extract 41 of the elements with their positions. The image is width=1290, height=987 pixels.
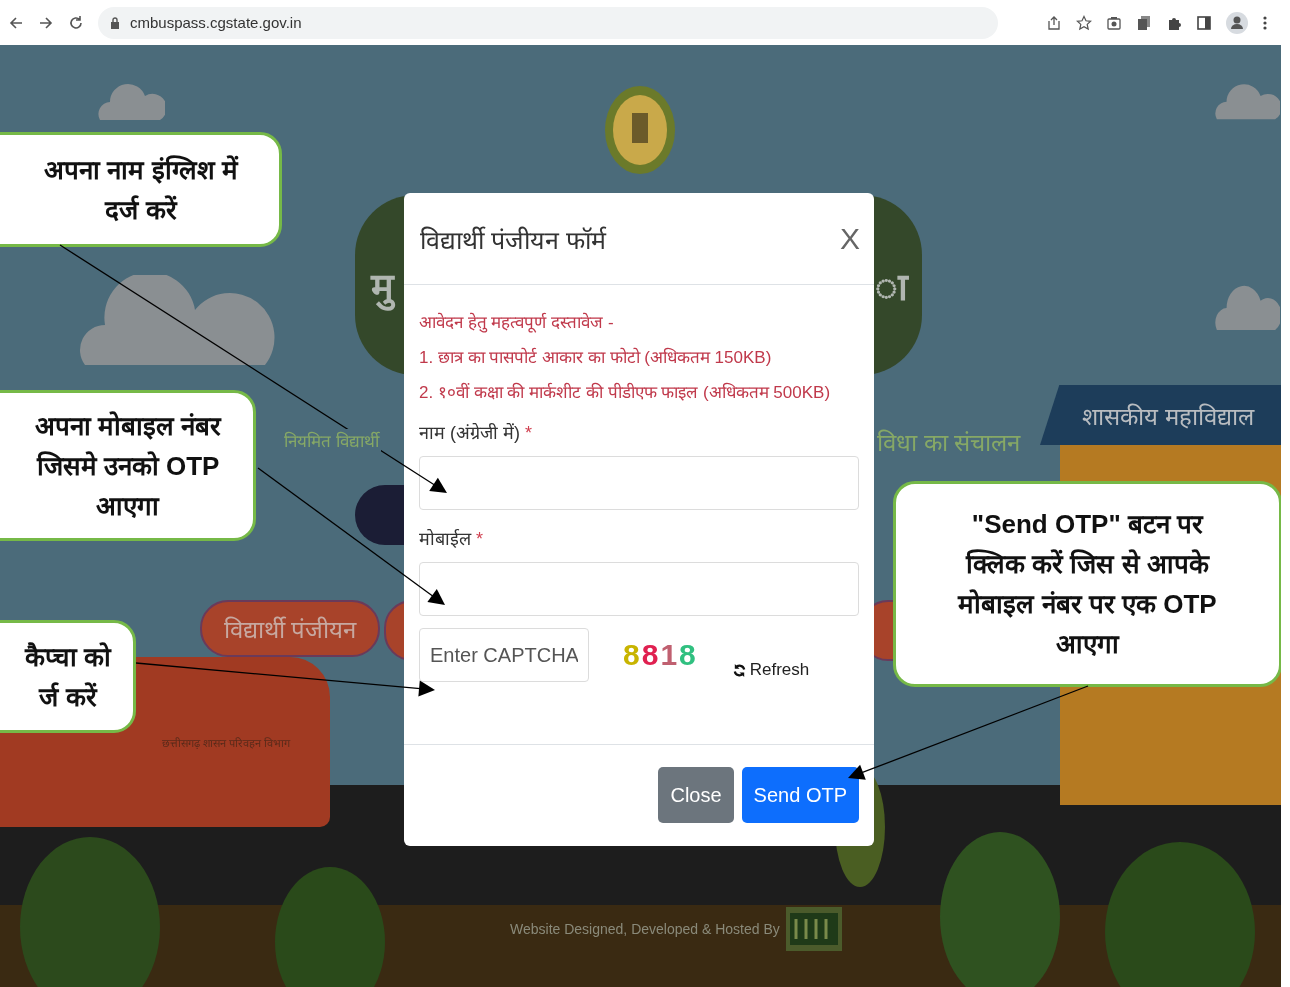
refresh-link[interactable]: Refresh xyxy=(731,660,810,680)
tree-icon xyxy=(20,837,160,987)
document-icon[interactable] xyxy=(1136,14,1152,31)
emblem-icon xyxy=(604,85,676,175)
share-icon[interactable] xyxy=(1046,14,1062,31)
bus-text: छत्तीसगढ़ शासन परिवहन विभाग xyxy=(161,735,290,750)
camera-icon[interactable] xyxy=(1106,14,1122,31)
footer-text: Website Designed, Developed & Hosted By xyxy=(510,921,780,937)
close-button[interactable]: Close xyxy=(658,767,734,823)
caption-text: नियमित विद्यार्थी xyxy=(282,429,381,452)
menu-icon[interactable] xyxy=(1262,14,1268,31)
caption-text: विधा का संचालन xyxy=(877,428,1021,458)
tree-icon xyxy=(940,832,1060,987)
title-text: मु xyxy=(371,259,394,311)
field-label: नाम (अंग्रेजी में) * xyxy=(419,422,533,444)
college-sign-text: शासकीय महाविद्याल xyxy=(1082,401,1254,432)
callout-text: अपना मोबाइल नंबर जिसमे उनको OTP आएगा xyxy=(34,409,222,523)
reload-icon[interactable] xyxy=(68,14,84,31)
address-bar[interactable]: cmbuspass.cgstate.gov.in xyxy=(98,6,998,39)
callout-text: कैप्चा को र्ज करें xyxy=(24,640,112,714)
dialog-title: विद्यार्थी पंजीयन फॉर्म xyxy=(420,224,606,256)
callout-text: अपना नाम इंग्लिश में दर्ज करें xyxy=(44,153,238,227)
star-icon[interactable] xyxy=(1076,14,1092,31)
input-field[interactable] xyxy=(419,562,859,616)
profile-icon[interactable] xyxy=(1226,11,1248,34)
forward-arrow-icon[interactable] xyxy=(38,14,54,31)
tree-icon xyxy=(275,867,385,987)
back-arrow-icon[interactable] xyxy=(8,14,24,31)
side-panel-icon[interactable] xyxy=(1196,14,1212,31)
field-label: मोबाईल * xyxy=(419,528,485,550)
refresh-icon xyxy=(731,662,747,678)
lock-icon xyxy=(110,16,120,29)
documents-notice: आवेदन हेतु महत्वपूर्ण दस्तावेज - 1. छात्र का पासपोर्ट आकार का फोटो (अधिकतम 150KB) 2. १०वीं कक्षा की मार्कशीट की पीडीएफ फाइल (अधिकतम 500KB) xyxy=(419,311,832,404)
logo-icon xyxy=(785,907,842,951)
send-otp-button[interactable]: Send OTP xyxy=(741,767,859,823)
captcha-input[interactable]: Enter CAPTCHA xyxy=(419,628,589,682)
title-text: ा xyxy=(875,265,908,310)
tree-icon xyxy=(1105,842,1255,987)
close-button[interactable]: X xyxy=(840,221,860,256)
callout-text: "Send OTP" बटन पर क्लिक करें जिस से आपके मोबाइल नंबर पर एक OTP आएगा xyxy=(958,508,1217,661)
input-field[interactable] xyxy=(419,456,859,510)
